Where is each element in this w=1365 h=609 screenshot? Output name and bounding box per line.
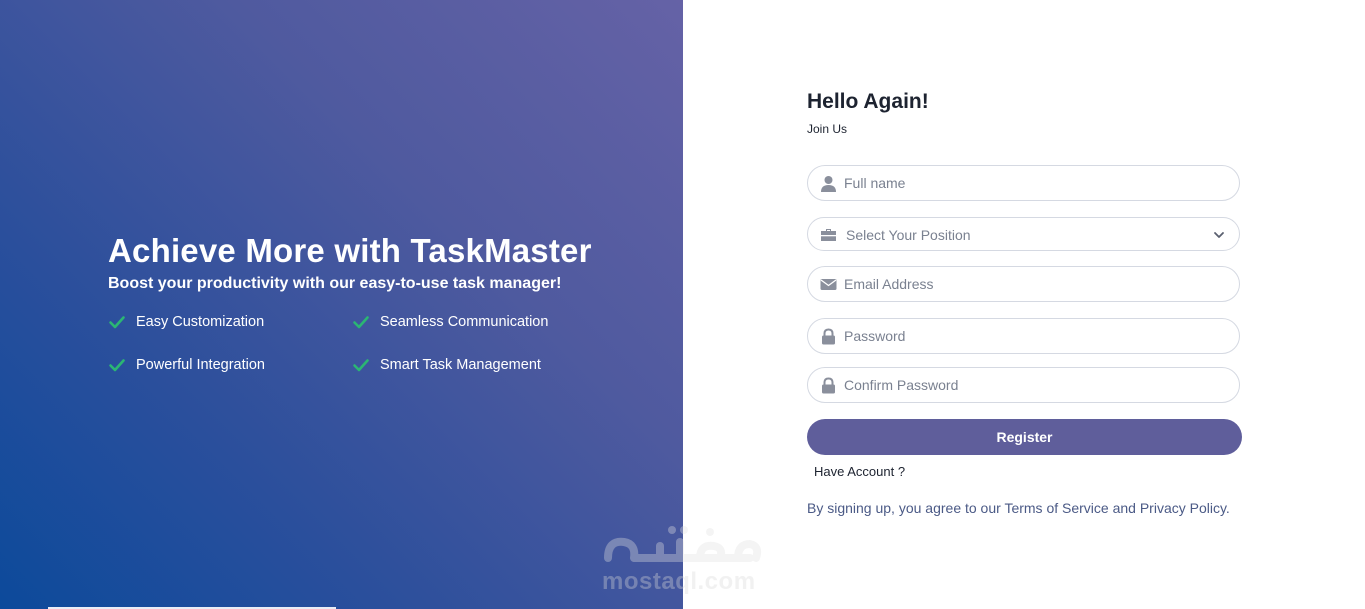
feature-item: Seamless Communication — [352, 313, 548, 331]
password-input[interactable] — [844, 319, 1214, 353]
password-field — [807, 318, 1240, 354]
feature-label: Seamless Communication — [380, 314, 549, 330]
confirm-password-field — [807, 367, 1240, 403]
feature-label: Easy Customization — [136, 314, 265, 330]
feature-item: Powerful Integration — [108, 356, 265, 374]
hero-panel: Achieve More with TaskMaster Boost your … — [0, 0, 683, 609]
email-field — [807, 266, 1240, 302]
email-input[interactable] — [844, 267, 1214, 301]
fullname-field — [807, 165, 1240, 201]
feature-label: Powerful Integration — [136, 357, 265, 373]
watermark-logo — [604, 526, 762, 562]
check-icon — [353, 359, 369, 372]
feature-item: Smart Task Management — [352, 356, 541, 374]
lock-icon — [822, 328, 835, 345]
legal-and: and — [1108, 500, 1140, 516]
watermark-text: mostaql.com — [602, 568, 756, 595]
terms-link[interactable]: Terms of Service — [1004, 500, 1108, 516]
legal-text: By signing up, you agree to our Terms of… — [807, 500, 1230, 516]
feature-item: Easy Customization — [108, 313, 264, 331]
fullname-input[interactable] — [844, 166, 1214, 200]
chevron-down-icon — [1214, 232, 1224, 238]
envelope-icon — [820, 279, 837, 290]
hero-subtitle: Boost your productivity with our easy-to… — [108, 275, 562, 292]
register-button[interactable]: Register — [807, 419, 1242, 455]
feature-label: Smart Task Management — [380, 357, 541, 373]
briefcase-icon — [821, 229, 836, 241]
check-icon — [109, 316, 125, 329]
user-icon — [821, 176, 836, 192]
form-title: Hello Again! — [807, 90, 929, 113]
confirm-password-input[interactable] — [844, 368, 1214, 402]
position-select[interactable]: Select Your Position — [807, 217, 1240, 251]
privacy-link[interactable]: Privacy Policy — [1140, 500, 1226, 516]
legal-prefix: By signing up, you agree to our — [807, 500, 1005, 516]
watermark: mostaql.com — [600, 520, 770, 600]
have-account-link[interactable]: Have Account ? — [814, 464, 905, 479]
hero-title: Achieve More with TaskMaster — [108, 232, 592, 269]
position-select-value: Select Your Position — [846, 227, 971, 243]
form-subtitle: Join Us — [807, 122, 848, 136]
check-icon — [109, 359, 125, 372]
lock-icon — [822, 377, 835, 394]
legal-suffix: . — [1225, 500, 1230, 516]
check-icon — [353, 316, 369, 329]
